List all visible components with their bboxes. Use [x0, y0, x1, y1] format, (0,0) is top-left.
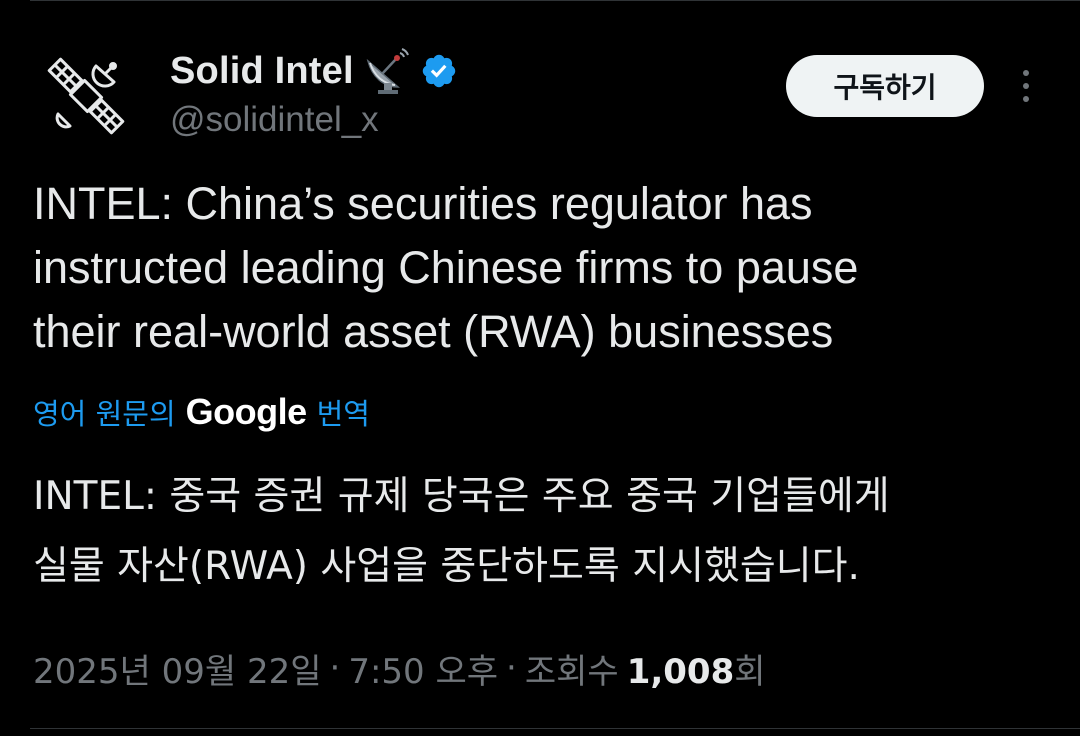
tweet-meta: 2025년 09월 22일 · 7:50 오후 · 조회수 1,008 회 — [33, 640, 766, 696]
translation-suffix: 번역 — [316, 397, 370, 431]
views-group[interactable]: 1,008 회 — [627, 644, 766, 693]
bottom-divider — [30, 728, 1080, 729]
author-name-row: Solid Intel — [170, 46, 458, 96]
top-divider — [30, 0, 1080, 1]
translation-prefix: 영어 원문의 — [33, 397, 176, 431]
author-handle[interactable]: @solidintel_x — [170, 100, 379, 140]
tweet-time[interactable]: 7:50 오후 — [348, 644, 498, 693]
meta-separator: · — [329, 648, 341, 688]
views-label: 조회수 — [524, 651, 619, 692]
translation-link[interactable]: 영어 원문의 Google 번역 — [33, 388, 370, 436]
subscribe-button[interactable]: 구독하기 — [786, 55, 984, 117]
verified-badge-icon — [422, 54, 455, 88]
views-count: 1,008 — [626, 651, 735, 692]
satellite-dish-icon — [366, 48, 409, 94]
author-display-name[interactable]: Solid Intel — [170, 50, 354, 93]
tweet-text: INTEL: China’s securities regulator has … — [33, 178, 859, 357]
translated-tweet-text: INTEL: 중국 증권 규제 당국은 주요 중국 기업들에게 실물 자산(RW… — [33, 474, 890, 589]
tweet-date[interactable]: 2025년 09월 22일 — [33, 644, 322, 693]
google-logo: Google — [185, 391, 308, 432]
views-suffix: 회 — [734, 651, 766, 692]
meta-separator: · — [506, 648, 517, 688]
avatar[interactable] — [34, 44, 138, 148]
more-icon[interactable] — [1010, 64, 1042, 108]
satellite-icon — [47, 57, 125, 135]
